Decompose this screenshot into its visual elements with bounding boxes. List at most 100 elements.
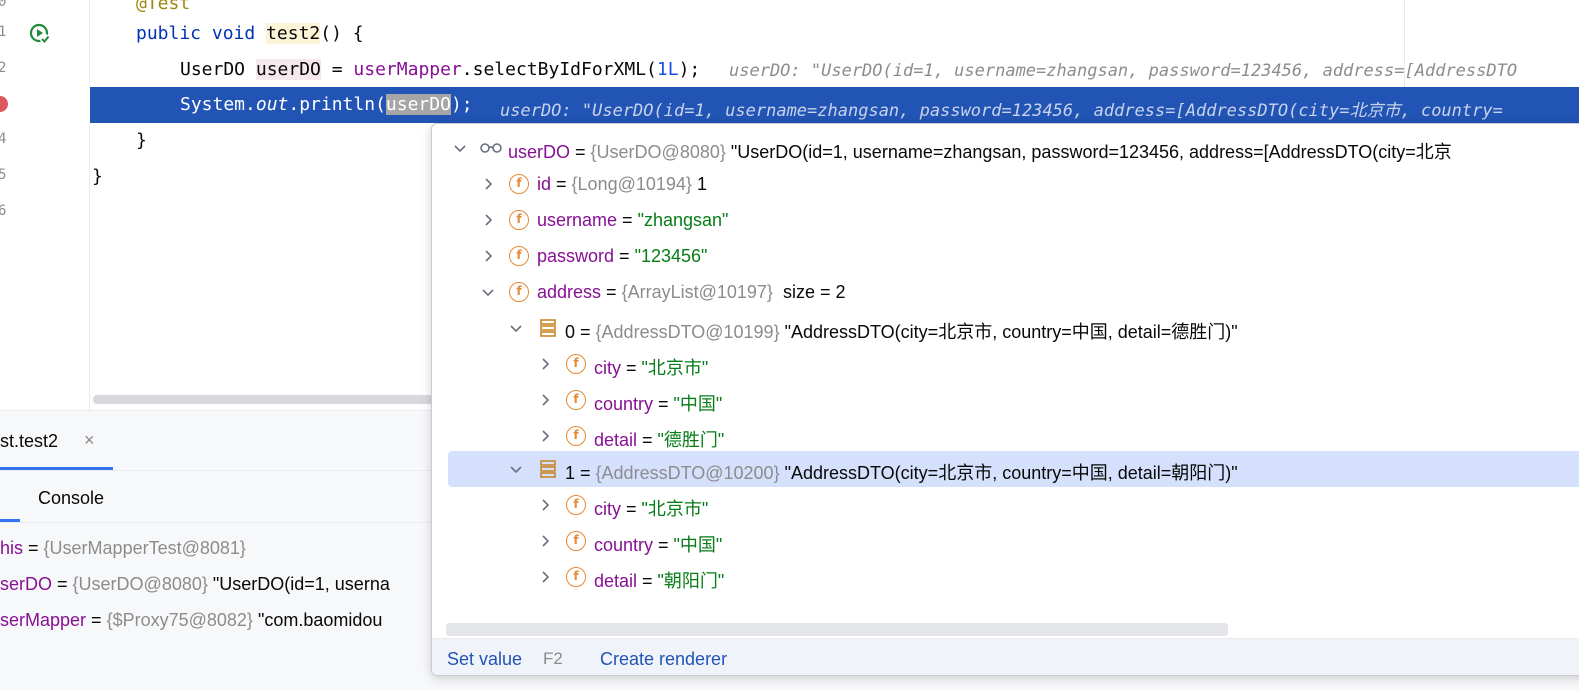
node-name: city [594,499,621,519]
tab-run-configuration[interactable]: st.test2 × [0,411,113,471]
inline-debug-value[interactable]: userDO: "UserDO(id=1, username=zhangsan,… [500,96,1503,121]
line-number: 6 [0,203,7,219]
node-type: {AddressDTO@10200} [595,463,780,483]
tree-row-text: city = "北京市" [594,495,708,521]
tree-row-text: city = "北京市" [594,354,708,380]
variable-row[interactable]: serDO = {UserDO@8080} "UserDO(id=1, user… [0,574,390,595]
method-declaration: public void test2() { [136,23,364,44]
popup-horizontal-scrollbar[interactable] [446,623,1228,636]
chevron-right-icon[interactable] [537,569,553,585]
node-value: "北京市" [641,358,709,378]
create-renderer-link[interactable]: Create renderer [600,649,727,670]
field-name: userMapper [353,59,462,80]
tree-row-detail[interactable]: f detail = "朝阳门" [448,559,1579,595]
node-name: country [594,535,654,555]
node-type: {AddressDTO@10199} [595,322,780,342]
chevron-right-icon[interactable] [480,176,496,192]
method-call: .println( [288,94,386,115]
chevron-right-icon[interactable] [537,533,553,549]
tree-row-country[interactable]: f country = "中国" [448,523,1579,559]
tree-row-password[interactable]: f password = "123456" [448,238,1579,274]
code-line-3-execution-point[interactable]: 3 System.out.println(userDO); userDO: "U… [0,87,1579,123]
field-icon: f [566,390,586,410]
variable-inspect-popup: userDO = {UserDO@8080} "UserDO(id=1, use… [431,123,1579,676]
tree-row-username[interactable]: f username = "zhangsan" [448,202,1579,238]
node-eq: = [551,174,572,194]
chevron-right-icon[interactable] [537,356,553,372]
chevron-down-icon[interactable] [508,320,524,336]
popup-footer: Set value F2 Create renderer [432,638,1579,675]
field-icon: f [509,174,529,194]
node-eq: = [637,571,658,591]
editor-horizontal-scrollbar[interactable] [93,395,438,404]
tree-row-city[interactable]: f city = "北京市" [448,487,1579,523]
line-number: 2 [0,60,7,76]
node-name: address [537,282,602,302]
tree-row-text: country = "中国" [594,390,722,416]
node-name: username [537,210,618,230]
system-ref: System. [180,94,256,115]
variable-row[interactable]: serMapper = {$Proxy75@8082} "com.baomido… [0,610,382,631]
list-item-icon [540,319,556,337]
chevron-right-icon[interactable] [537,392,553,408]
code-line-2[interactable]: 2 UserDO userDO = userMapper.selectByIdF… [0,52,1579,88]
tree-row-text: password = "123456" [537,246,707,267]
method-call: .selectByIdForXML( [461,59,657,80]
tree-row-id[interactable]: f id = {Long@10194} 1 [448,166,1579,202]
run-test-icon[interactable] [29,23,51,45]
field-icon: f [566,426,586,446]
variable-name: his [0,538,24,558]
close-icon[interactable]: × [84,430,95,451]
tree-row-address-1[interactable]: 1 = {AddressDTO@10200} "AddressDTO(city=… [448,451,1579,487]
tree-row-userDO[interactable]: userDO = {UserDO@8080} "UserDO(id=1, use… [448,130,1579,166]
node-type: {ArrayList@10197} [621,282,773,302]
variable-row[interactable]: his = {UserMapperTest@8081} [0,538,246,559]
tab-console[interactable]: Console [38,488,104,509]
node-value: "德胜门" [657,430,725,450]
node-name: city [594,358,621,378]
chevron-right-icon[interactable] [537,428,553,444]
tab-label: st.test2 [0,431,59,451]
code-line-1[interactable]: 1 public void test2() { [0,16,1579,52]
variable-type: {UserDO@8080} [72,574,208,594]
node-name: id [537,174,552,194]
field-icon: f [509,210,529,230]
tree-row-detail[interactable]: f detail = "德胜门" [448,418,1579,454]
chevron-down-icon[interactable] [508,461,524,477]
node-name: password [537,246,615,266]
chevron-right-icon[interactable] [480,212,496,228]
node-name: country [594,394,654,414]
closing-brace: } [92,166,103,187]
selected-identifier[interactable]: userDO [385,94,451,115]
set-value-link[interactable]: Set value [447,649,522,670]
node-name: 0 [565,322,576,342]
node-eq: = [621,358,642,378]
method-rest: () { [320,23,364,44]
tree-row-address-0[interactable]: 0 = {AddressDTO@10199} "AddressDTO(city=… [448,310,1579,346]
tree-row-country[interactable]: f country = "中国" [448,382,1579,418]
field-icon: f [509,246,529,266]
statement-select: UserDO userDO = userMapper.selectByIdFor… [180,59,700,80]
variable-name: serDO [0,574,53,594]
node-value: "朝阳门" [657,571,725,591]
static-field-out: out [255,94,289,115]
chevron-down-icon[interactable] [452,140,468,156]
inline-debug-value[interactable]: userDO: "UserDO(id=1, username=zhangsan,… [729,61,1517,81]
variable-eq: = [86,610,107,630]
node-eq: = [570,142,591,162]
node-value: "中国" [673,394,723,414]
tree-row-text: address = {ArrayList@10197} size = 2 [537,282,845,303]
chevron-right-icon[interactable] [537,497,553,513]
type-name: UserDO [180,59,246,80]
annotation-text: @Test [136,0,191,14]
tree-row-text: country = "中国" [594,531,722,557]
chevron-down-icon[interactable] [480,284,496,300]
variable-type: {UserMapperTest@8081} [43,538,246,558]
statement-println: System.out.println(userDO); [180,94,473,115]
chevron-right-icon[interactable] [480,248,496,264]
tree-row-text: username = "zhangsan" [537,210,728,231]
tree-row-city[interactable]: f city = "北京市" [448,346,1579,382]
node-name: 1 [565,463,576,483]
tree-row-address[interactable]: f address = {ArrayList@10197} size = 2 [448,274,1579,310]
variable-name: userDO [255,59,321,80]
